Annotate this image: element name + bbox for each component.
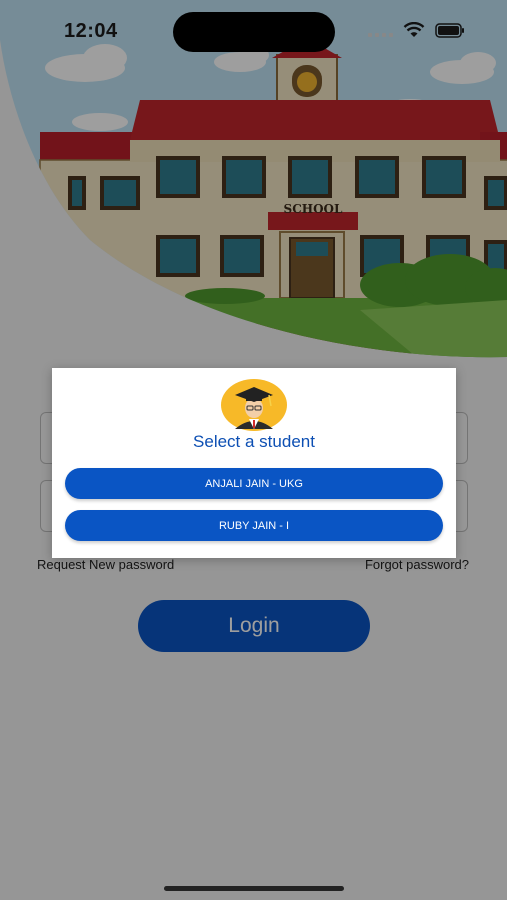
status-time: 12:04 <box>64 20 118 42</box>
battery-icon <box>435 22 465 38</box>
status-bar: 12:04 <box>0 0 507 60</box>
status-icons <box>368 22 465 38</box>
dialog-title: Select a student <box>193 432 315 451</box>
graduate-avatar-icon <box>221 379 287 431</box>
student-option-ruby[interactable]: RUBY JAIN - I <box>65 510 443 541</box>
wifi-icon <box>403 22 425 38</box>
select-student-dialog: Select a student ANJALI JAIN - UKG RUBY … <box>52 368 456 558</box>
student-option-anjali[interactable]: ANJALI JAIN - UKG <box>65 468 443 499</box>
dynamic-island <box>173 12 335 52</box>
home-indicator[interactable] <box>164 886 344 891</box>
signal-icon <box>368 23 393 37</box>
